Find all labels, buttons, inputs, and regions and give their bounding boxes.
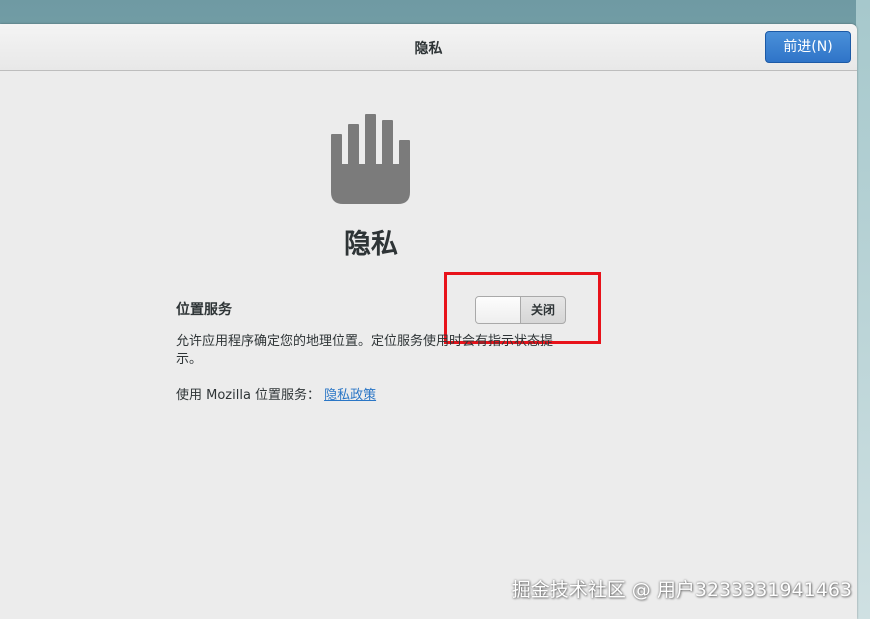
privacy-window: 隐私 前进(N) 隐私 位置服务 关闭 允许应用程序确定您的地理位置。定位服务使… — [0, 24, 857, 619]
toggle-state-label: 关闭 — [530, 303, 555, 317]
header-bar: 隐私 前进(N) — [0, 24, 857, 71]
watermark: 掘金技术社区 @ 用户3233331941463 — [511, 579, 852, 601]
privacy-policy-link[interactable]: 隐私政策 — [324, 388, 376, 403]
toggle-knob[interactable] — [476, 297, 521, 323]
mozilla-location-line: 使用 Mozilla 位置服务： 隐私政策 — [176, 384, 376, 403]
desktop-background — [856, 0, 870, 619]
header-title: 隐私 — [414, 41, 443, 57]
location-service-description: 允许应用程序确定您的地理位置。定位服务使用时会有指示状态提示。 — [176, 334, 554, 367]
next-button[interactable]: 前进(N) — [765, 31, 851, 63]
page-title: 隐私 — [344, 229, 398, 260]
mozilla-location-text: 使用 Mozilla 位置服务： — [176, 388, 321, 403]
location-service-label: 位置服务 — [176, 302, 232, 318]
location-service-toggle[interactable]: 关闭 — [475, 296, 566, 324]
hand-stop-icon — [331, 114, 410, 204]
